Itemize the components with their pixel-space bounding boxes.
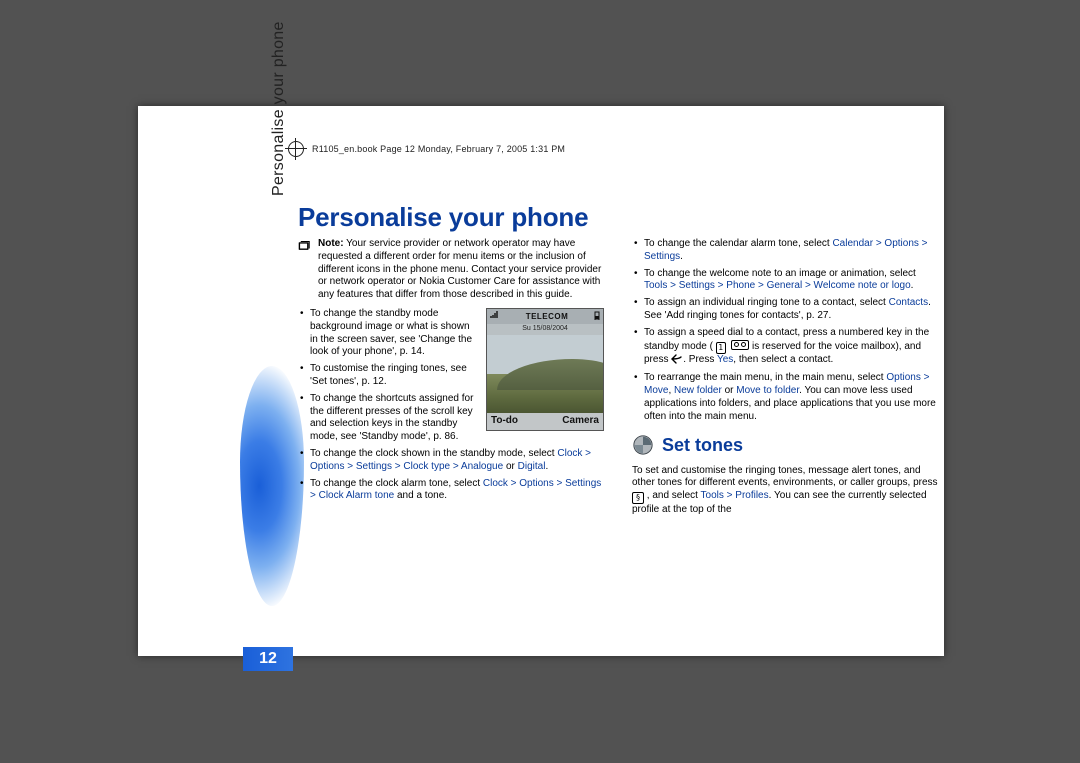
list-item: To change the clock shown in the standby…: [298, 448, 604, 474]
call-key-icon: [671, 354, 683, 369]
page-decoration: [240, 366, 304, 606]
list-item: To change the clock alarm tone, select C…: [298, 478, 604, 504]
note-body: Your service provider or network operato…: [318, 238, 601, 300]
print-header-text: R1105_en.book Page 12 Monday, February 7…: [312, 144, 565, 154]
list-item: To assign an individual ringing tone to …: [632, 297, 938, 323]
section-header: Set tones: [632, 434, 938, 457]
page-number: 12: [243, 647, 293, 671]
list-item: To change the welcome note to an image o…: [632, 268, 938, 294]
print-mark: R1105_en.book Page 12 Monday, February 7…: [288, 141, 565, 157]
left-bullet-list: To change the standby mode background im…: [298, 308, 604, 503]
vertical-tab-text: Personalise your phone: [270, 21, 287, 196]
list-item: To change the calendar alarm tone, selec…: [632, 238, 938, 264]
menu-path-link: Move to folder: [736, 385, 799, 396]
note-block: Note: Your service provider or network o…: [298, 238, 604, 302]
profiles-icon: [632, 434, 654, 456]
voicemail-icon: [731, 340, 749, 350]
menu-path-link: Digital: [518, 461, 546, 472]
note-icon: [298, 239, 312, 251]
list-item: To change the standby mode background im…: [298, 308, 604, 359]
list-item: To customise the ringing tones, see 'Set…: [298, 363, 604, 389]
document-page: R1105_en.book Page 12 Monday, February 7…: [138, 106, 944, 656]
list-item: To rearrange the main menu, in the main …: [632, 372, 938, 423]
section-title: Set tones: [662, 434, 743, 457]
registration-mark-icon: [288, 141, 304, 157]
note-text: Note: Your service provider or network o…: [318, 238, 604, 302]
menu-key-icon: §: [632, 492, 644, 504]
right-column: To change the calendar alarm tone, selec…: [632, 238, 938, 517]
note-label: Note:: [318, 238, 344, 249]
menu-path-link: Yes: [717, 354, 733, 365]
body-columns: Note: Your service provider or network o…: [298, 238, 938, 517]
menu-path-link: Contacts: [889, 297, 928, 308]
menu-path-link: Tools > Profiles: [701, 490, 769, 501]
vertical-tab-label: Personalise your phone: [270, 21, 288, 196]
key-1-icon: 1: [716, 342, 726, 354]
menu-path-link: Tools > Settings > Phone > General > Wel…: [644, 280, 911, 291]
section-paragraph: To set and customise the ringing tones, …: [632, 465, 938, 517]
page-title: Personalise your phone: [298, 202, 588, 233]
list-item: To change the shortcuts assigned for the…: [298, 393, 604, 444]
list-item: To assign a speed dial to a contact, pre…: [632, 327, 938, 369]
right-bullet-list: To change the calendar alarm tone, selec…: [632, 238, 938, 424]
menu-path-link: New folder: [674, 385, 722, 396]
left-column: Note: Your service provider or network o…: [298, 238, 604, 517]
